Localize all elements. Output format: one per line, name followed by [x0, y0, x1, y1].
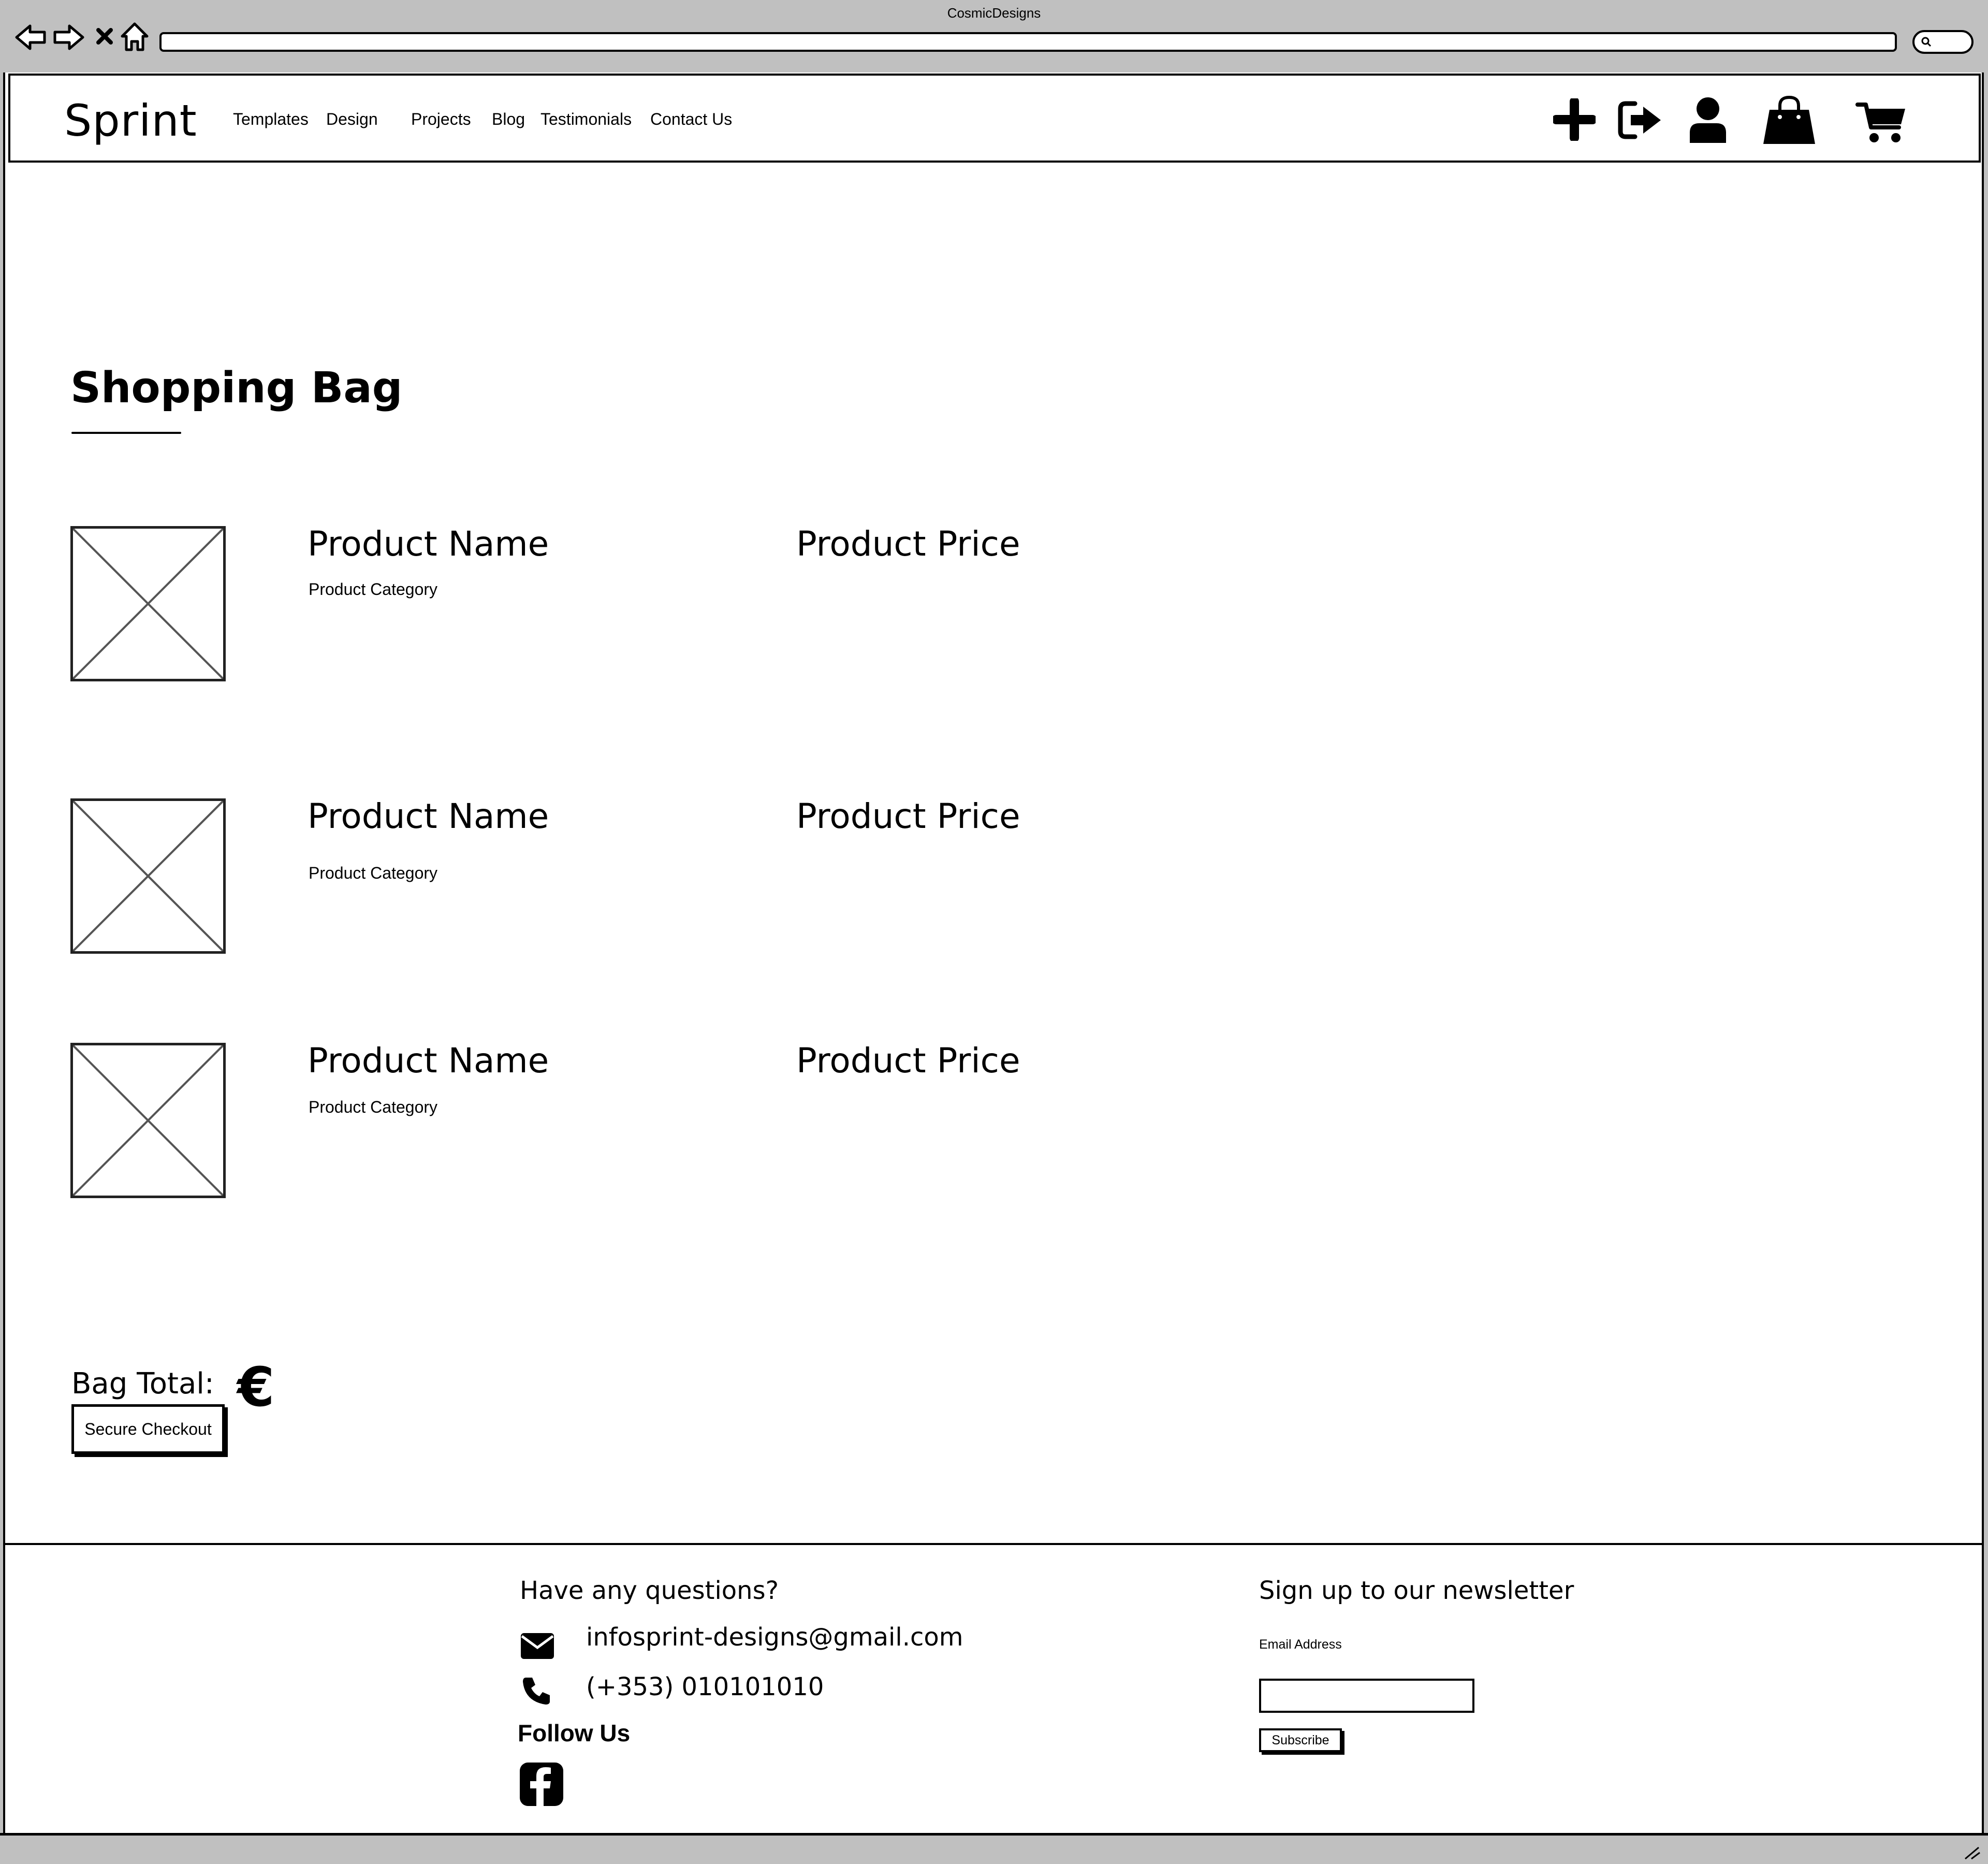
newsletter-heading: Sign up to our newsletter — [1259, 1576, 1574, 1605]
product-name: Product Name — [308, 796, 549, 836]
resize-grip-icon[interactable] — [1962, 1844, 1981, 1860]
product-price: Product Price — [796, 796, 1020, 836]
bag-item: Product Name Product Price Product Categ… — [5, 524, 1351, 681]
envelope-icon — [521, 1633, 554, 1659]
phone-icon — [523, 1678, 550, 1705]
page-viewport: Sprint Templates Design Projects Blog Te… — [3, 72, 1984, 1833]
product-price: Product Price — [796, 524, 1020, 564]
product-category: Product Category — [309, 1098, 438, 1116]
product-price: Product Price — [796, 1041, 1020, 1081]
cart-icon[interactable] — [1855, 100, 1907, 144]
product-category: Product Category — [309, 864, 438, 882]
bag-item: Product Name Product Price Product Categ… — [5, 1041, 1351, 1198]
back-arrow-icon[interactable] — [14, 23, 48, 52]
secure-checkout-button[interactable]: Secure Checkout — [71, 1404, 225, 1454]
product-name: Product Name — [308, 524, 549, 564]
product-image-placeholder — [70, 1043, 226, 1198]
newsletter-email-input[interactable] — [1259, 1679, 1474, 1713]
subscribe-button[interactable]: Subscribe — [1259, 1728, 1342, 1752]
email-address-label: Email Address — [1259, 1637, 1342, 1652]
search-icon — [1921, 37, 1932, 47]
window-title: CosmicDesigns — [947, 5, 1041, 21]
product-image-placeholder — [70, 798, 226, 954]
nav-item-testimonials[interactable]: Testimonials — [540, 110, 632, 129]
url-bar[interactable] — [159, 32, 1897, 52]
title-underline — [71, 432, 181, 434]
nav-item-contact-us[interactable]: Contact Us — [650, 110, 732, 129]
forward-arrow-icon[interactable] — [52, 23, 85, 52]
site-footer: Have any questions? infosprint-designs@g… — [5, 1543, 1982, 1833]
plus-icon[interactable] — [1553, 98, 1596, 141]
browser-search-field[interactable] — [1912, 30, 1974, 54]
nav-item-templates[interactable]: Templates — [233, 110, 309, 129]
euro-icon: € — [237, 1356, 275, 1419]
product-image-placeholder — [70, 526, 226, 681]
home-icon[interactable] — [120, 22, 149, 52]
contact-email[interactable]: infosprint-designs@gmail.com — [586, 1623, 963, 1652]
nav-item-projects[interactable]: Projects — [411, 110, 471, 129]
sign-in-icon[interactable] — [1617, 99, 1664, 141]
shopping-bag-icon[interactable] — [1762, 94, 1816, 146]
questions-heading: Have any questions? — [520, 1576, 779, 1605]
facebook-icon[interactable] — [519, 1761, 564, 1807]
product-name: Product Name — [308, 1041, 549, 1081]
site-logo[interactable]: Sprint — [64, 95, 197, 146]
stop-icon[interactable] — [94, 26, 115, 47]
browser-window: CosmicDesigns Sprint Templates Design Pr… — [0, 0, 1988, 1864]
browser-chrome: CosmicDesigns — [0, 0, 1988, 72]
nav-item-blog[interactable]: Blog — [492, 110, 525, 129]
nav-item-design[interactable]: Design — [326, 110, 378, 129]
follow-us-heading: Follow Us — [518, 1720, 631, 1746]
bag-item: Product Name Product Price Product Categ… — [5, 796, 1351, 954]
site-header: Sprint Templates Design Projects Blog Te… — [8, 74, 1981, 163]
browser-status-bar — [0, 1833, 1988, 1864]
contact-phone[interactable]: (+353) 010101010 — [586, 1672, 824, 1701]
product-category: Product Category — [309, 580, 438, 599]
user-icon[interactable] — [1688, 96, 1728, 144]
page-title: Shopping Bag — [70, 363, 403, 413]
bag-total-label: Bag Total: — [71, 1367, 214, 1401]
